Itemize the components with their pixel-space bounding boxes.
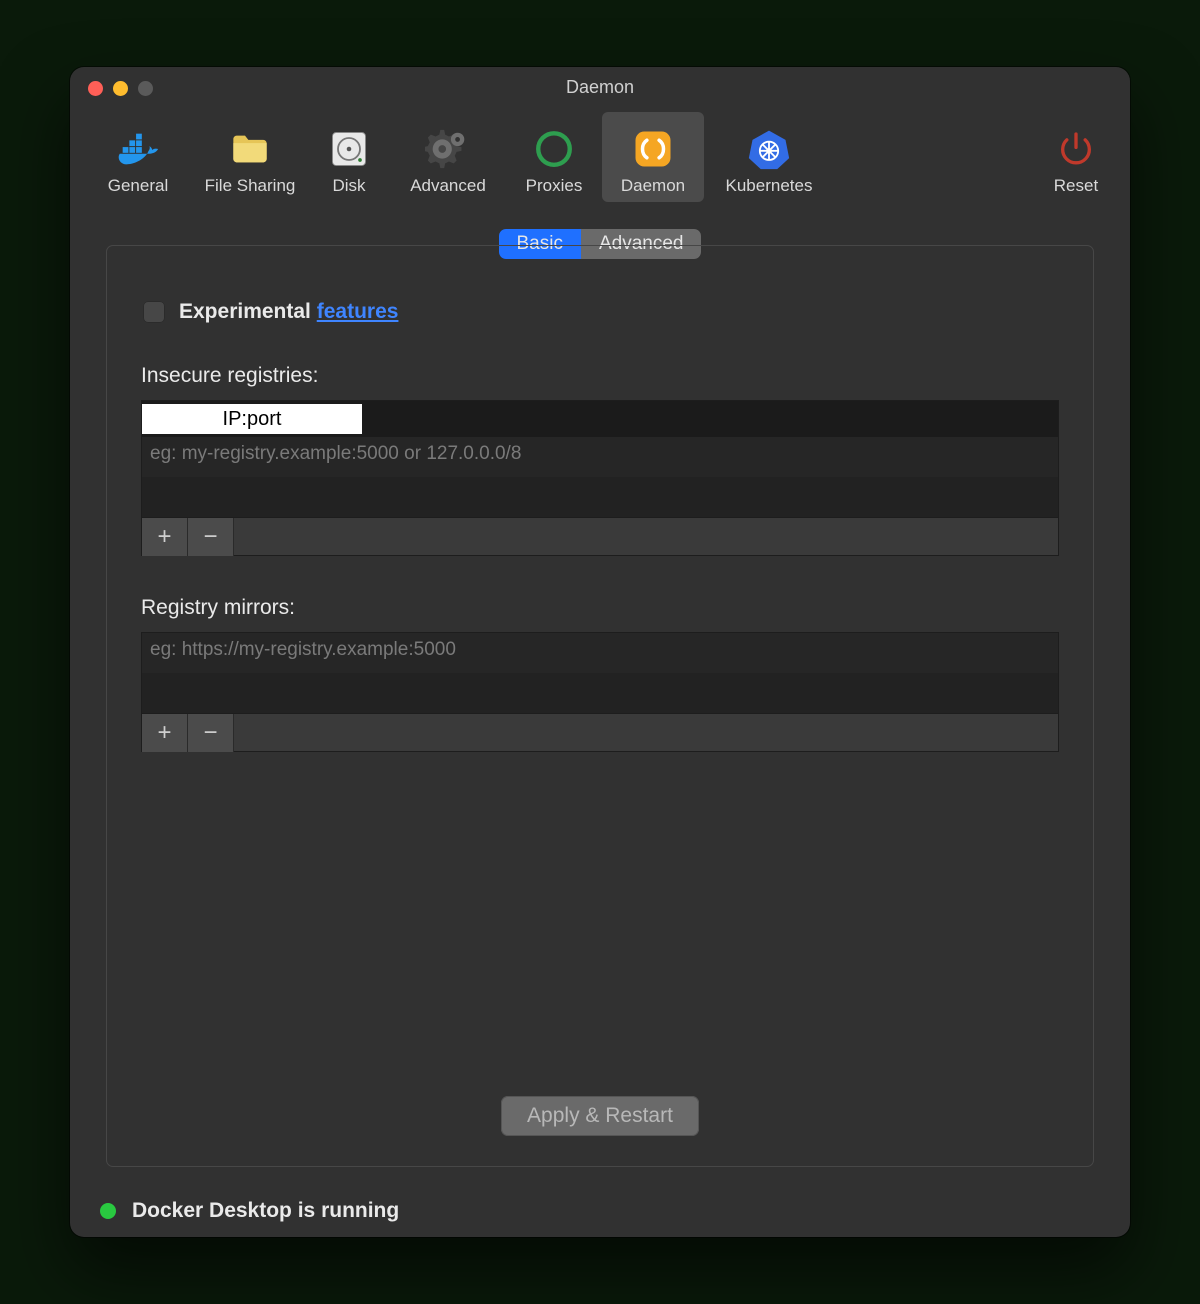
apply-restart-button[interactable]: Apply & Restart bbox=[501, 1096, 699, 1136]
toolbar-tab-disk[interactable]: Disk bbox=[308, 112, 390, 202]
registry-mirrors-list: eg: https://my-registry.example:5000 + − bbox=[141, 632, 1059, 752]
toolbar-tab-label: Proxies bbox=[526, 176, 583, 196]
content-area: Basic Advanced Experimental features Ins… bbox=[70, 207, 1130, 1185]
mirror-remove-button[interactable]: − bbox=[188, 714, 234, 752]
insecure-add-button[interactable]: + bbox=[142, 518, 188, 556]
minimize-window-button[interactable] bbox=[113, 81, 128, 96]
toolbar-tab-general[interactable]: General bbox=[84, 112, 192, 202]
insecure-registry-hint: eg: my-registry.example:5000 or 127.0.0.… bbox=[142, 437, 1058, 477]
toolbar-tab-label: Advanced bbox=[410, 176, 486, 196]
disk-icon bbox=[326, 126, 372, 172]
daemon-icon bbox=[630, 126, 676, 172]
gears-icon bbox=[425, 126, 471, 172]
kubernetes-icon bbox=[746, 126, 792, 172]
toolbar-tab-daemon[interactable]: Daemon bbox=[602, 112, 704, 202]
insecure-registries-list: eg: my-registry.example:5000 or 127.0.0.… bbox=[141, 400, 1059, 556]
toolbar-tab-label: Daemon bbox=[621, 176, 685, 196]
insecure-registry-input[interactable] bbox=[142, 404, 362, 434]
experimental-checkbox[interactable] bbox=[143, 301, 165, 323]
experimental-features-link[interactable]: features bbox=[317, 300, 399, 323]
insecure-remove-button[interactable]: − bbox=[188, 518, 234, 556]
toolbar-reset-button[interactable]: Reset bbox=[1036, 112, 1116, 202]
registry-mirrors-label: Registry mirrors: bbox=[141, 596, 1059, 620]
toolbar-tab-label: File Sharing bbox=[205, 176, 296, 196]
status-text: Docker Desktop is running bbox=[132, 1199, 399, 1223]
toolbar-tab-advanced[interactable]: Advanced bbox=[390, 112, 506, 202]
registry-mirror-hint: eg: https://my-registry.example:5000 bbox=[142, 633, 1058, 673]
toolbar-tab-proxies[interactable]: Proxies bbox=[506, 112, 602, 202]
toolbar-reset-label: Reset bbox=[1054, 176, 1098, 196]
insecure-empty-row bbox=[142, 477, 1058, 517]
experimental-label: Experimental features bbox=[179, 300, 398, 324]
experimental-label-text: Experimental bbox=[179, 300, 317, 323]
close-window-button[interactable] bbox=[88, 81, 103, 96]
status-indicator-icon bbox=[100, 1203, 116, 1219]
mirror-add-button[interactable]: + bbox=[142, 714, 188, 752]
toolbar-tab-file-sharing[interactable]: File Sharing bbox=[192, 112, 308, 202]
traffic-lights bbox=[88, 81, 153, 96]
mirror-empty-row bbox=[142, 673, 1058, 713]
settings-panel: Experimental features Insecure registrie… bbox=[106, 245, 1094, 1167]
toolbar-tab-label: Disk bbox=[332, 176, 365, 196]
preferences-window: Daemon General File Sharing Disk bbox=[70, 67, 1130, 1237]
proxies-icon bbox=[531, 126, 577, 172]
toolbar: General File Sharing Disk Advanced bbox=[70, 107, 1130, 207]
folder-icon bbox=[227, 126, 273, 172]
whale-icon bbox=[115, 126, 161, 172]
insecure-registries-label: Insecure registries: bbox=[141, 364, 1059, 388]
zoom-window-button[interactable] bbox=[138, 81, 153, 96]
status-bar: Docker Desktop is running bbox=[70, 1185, 1130, 1237]
toolbar-tab-label: General bbox=[108, 176, 168, 196]
power-icon bbox=[1053, 126, 1099, 172]
titlebar: Daemon bbox=[70, 67, 1130, 107]
toolbar-tab-label: Kubernetes bbox=[726, 176, 813, 196]
toolbar-tab-kubernetes[interactable]: Kubernetes bbox=[704, 112, 834, 202]
window-title: Daemon bbox=[70, 67, 1130, 107]
